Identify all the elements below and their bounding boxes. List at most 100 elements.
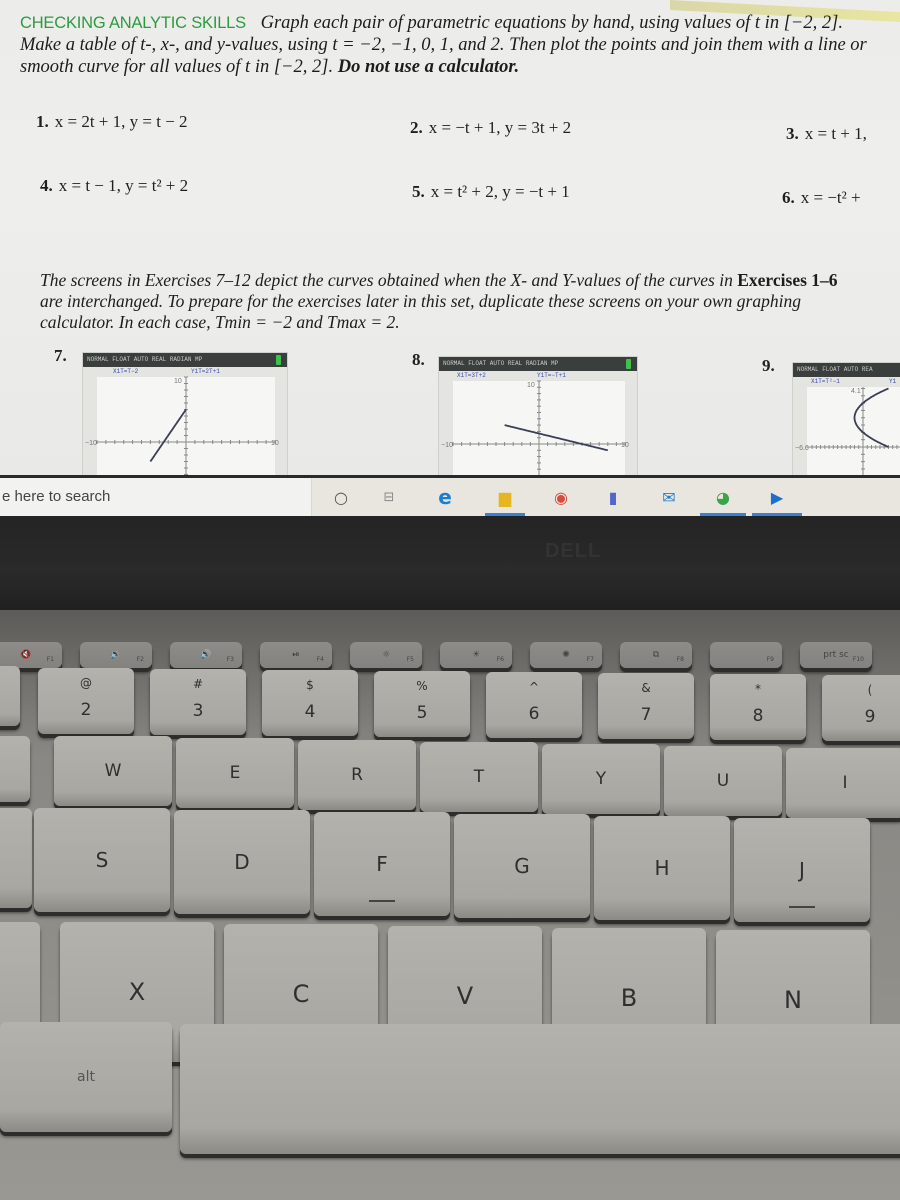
xmin-label: −10 xyxy=(441,442,453,449)
key-f6[interactable]: ☀ F6 xyxy=(440,642,512,668)
key-e[interactable]: E xyxy=(176,738,294,808)
keyboard-deck: 🔇 F1 🔉 F2 🔊 F3 ⏯ F4 ☼ F5 ☀ F6 ✺ F7 ⧉ F8 F9 prt sc F10 @2 #3 $… xyxy=(0,610,900,1200)
key-q[interactable] xyxy=(0,736,30,802)
exercise-4: 4. x = t − 1, y = t² + 2 xyxy=(40,176,188,196)
key-label: 5 xyxy=(416,703,428,723)
key-label: E xyxy=(229,763,241,783)
exercise-number: 6. xyxy=(782,188,795,207)
key-f10[interactable]: prt sc F10 xyxy=(800,642,872,668)
plot-area xyxy=(807,387,900,475)
key-5[interactable]: % 5 xyxy=(374,671,470,737)
plot-svg: −10 10 10 xyxy=(85,376,279,475)
key-r[interactable]: R xyxy=(298,740,416,810)
calculator-screen-7: NORMAL FLOAT AUTO REAL RADIAN MP X1T=T−2… xyxy=(82,352,288,475)
ymax-label: 10 xyxy=(174,378,182,385)
exercise-1: 1. x = 2t + 1, y = t − 2 xyxy=(36,112,188,132)
fn-glyph: 🔇 xyxy=(20,650,32,660)
key-f8[interactable]: ⧉ F8 xyxy=(620,642,692,668)
para-bold: Exercises 1–6 xyxy=(737,270,838,290)
fn-label: F5 xyxy=(406,656,414,663)
fn-label: F10 xyxy=(852,656,864,663)
key-f5[interactable]: ☼ F5 xyxy=(350,642,422,668)
key-6[interactable]: ^ 6 xyxy=(486,672,582,738)
key-f2[interactable]: 🔉 F2 xyxy=(80,642,152,668)
search-placeholder: e here to search xyxy=(2,488,111,505)
fn-label: F3 xyxy=(226,656,234,663)
spacebar[interactable] xyxy=(180,1024,900,1154)
key-i[interactable]: I xyxy=(786,748,900,818)
home-row-bump xyxy=(789,906,815,908)
instructions-warning: Do not use a calculator. xyxy=(337,57,520,77)
photos-icon[interactable]: ◉ xyxy=(550,486,572,508)
key-label: 7 xyxy=(640,705,652,725)
fn-glyph: 🔊 xyxy=(200,650,212,660)
key-label: 2 xyxy=(80,700,92,720)
edge-icon[interactable]: e xyxy=(434,485,456,509)
key-shift-symbol: ( xyxy=(867,683,873,697)
key-f4[interactable]: ⏯ F4 xyxy=(260,642,332,668)
key-j[interactable]: J xyxy=(734,818,870,922)
document-screen: CHECKING ANALYTIC SKILLS Graph each pair… xyxy=(0,0,900,475)
ymax-label: 10 xyxy=(527,382,535,389)
key-g[interactable]: G xyxy=(454,814,590,918)
key-u[interactable]: U xyxy=(664,746,782,816)
taskbar-search-box[interactable]: e here to search xyxy=(0,478,312,516)
key-7[interactable]: & 7 xyxy=(598,673,694,739)
key-f9[interactable]: F9 xyxy=(710,642,782,668)
xmax-label: 10 xyxy=(621,442,629,449)
key-f[interactable]: F xyxy=(314,812,450,916)
key-label: J xyxy=(799,858,805,882)
chrome-icon[interactable]: ◕ xyxy=(712,486,734,508)
exercise-2: 2. x = −t + 1, y = 3t + 2 xyxy=(410,118,571,138)
exercise-3: 3. x = t + 1, xyxy=(786,124,867,144)
key-label: G xyxy=(514,854,530,878)
fn-label: F6 xyxy=(496,656,504,663)
key-a[interactable] xyxy=(0,808,32,908)
key-4[interactable]: $4 xyxy=(262,670,358,736)
key-8[interactable]: * 8 xyxy=(710,674,806,740)
key-9[interactable]: (9 xyxy=(822,675,900,741)
key-label: 9 xyxy=(864,707,876,727)
key-label: S xyxy=(95,848,109,872)
key-2[interactable]: @2 xyxy=(38,668,134,734)
exercise-number: 3. xyxy=(786,124,799,143)
fn-label: F7 xyxy=(586,656,594,663)
exercise-6: 6. x = −t² + xyxy=(782,188,861,208)
ymax-label: 4.1 xyxy=(851,388,861,395)
fn-glyph: ✺ xyxy=(562,650,570,660)
key-label: W xyxy=(104,761,122,781)
key-label: F xyxy=(376,852,388,876)
key-1[interactable] xyxy=(0,666,20,726)
key-label: H xyxy=(654,856,670,880)
fn-label: F1 xyxy=(46,656,54,663)
exercise-9-number: 9. xyxy=(762,356,775,375)
key-f7[interactable]: ✺ F7 xyxy=(530,642,602,668)
exercise-5: 5. x = t² + 2, y = −t + 1 xyxy=(412,182,570,202)
store-icon[interactable]: ▮ xyxy=(602,486,624,508)
key-label: D xyxy=(234,850,250,874)
fn-label: F8 xyxy=(676,656,684,663)
key-label: B xyxy=(620,984,638,1012)
key-w[interactable]: W xyxy=(54,736,172,806)
exercise-7-number: 7. xyxy=(54,346,67,365)
cortana-icon[interactable]: ○ xyxy=(330,486,352,508)
key-d[interactable]: D xyxy=(174,810,310,914)
key-f3[interactable]: 🔊 F3 xyxy=(170,642,242,668)
section-heading: CHECKING ANALYTIC SKILLS xyxy=(20,14,246,32)
task-view-icon[interactable]: ⊟ xyxy=(378,486,400,508)
key-y[interactable]: Y xyxy=(542,744,660,814)
key-shift-symbol: ^ xyxy=(528,680,540,694)
file-explorer-icon[interactable]: ▆ xyxy=(494,486,516,508)
key-f1[interactable]: 🔇 F1 xyxy=(0,642,62,668)
key-t[interactable]: T xyxy=(420,742,538,812)
para-text: are interchanged. To prepare for the exe… xyxy=(40,291,801,332)
media-player-icon[interactable]: ▶ xyxy=(766,486,788,508)
fn-label: F9 xyxy=(766,656,774,663)
key-alt[interactable]: alt xyxy=(0,1022,172,1132)
fn-glyph: prt sc xyxy=(823,650,849,660)
mail-icon[interactable]: ✉ xyxy=(658,486,680,508)
key-3[interactable]: #3 xyxy=(150,669,246,735)
key-h[interactable]: H xyxy=(594,816,730,920)
key-label: 4 xyxy=(304,702,316,722)
key-s[interactable]: S xyxy=(34,808,170,912)
